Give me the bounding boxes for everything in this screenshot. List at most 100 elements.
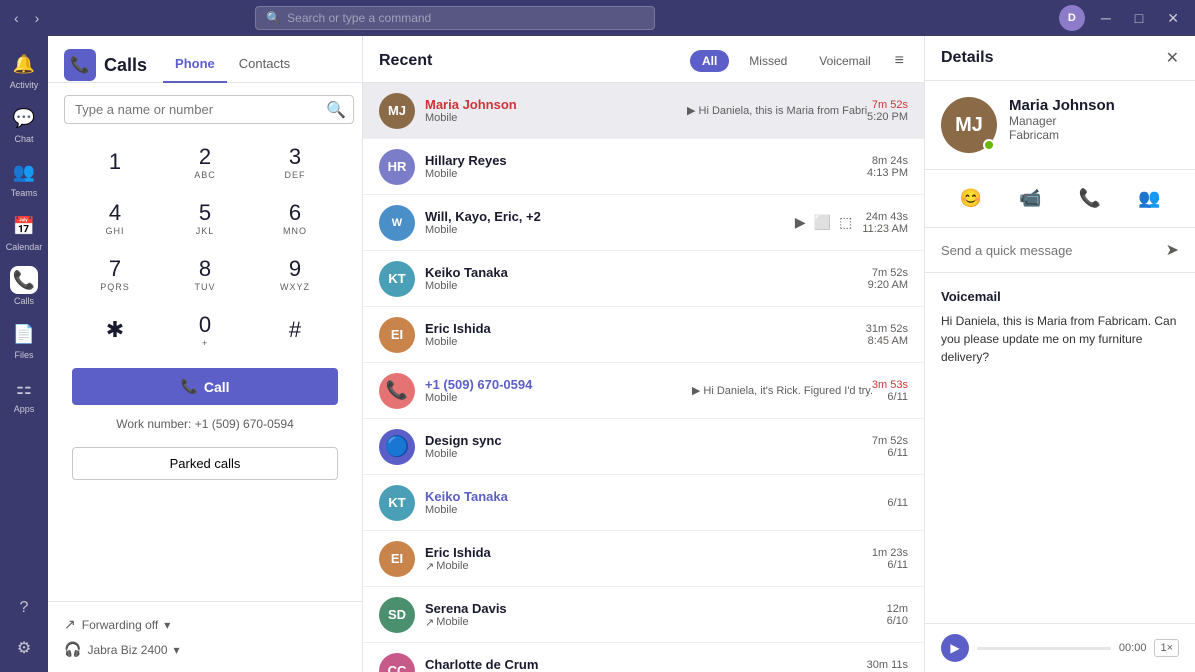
numpad-6[interactable]: 6 MNO: [252, 192, 338, 244]
call-meta: 6/11: [887, 497, 908, 509]
call-preview: ▶ Hi Daniela, it's Rick. Figured I'd try…: [692, 384, 872, 397]
user-avatar[interactable]: D: [1059, 5, 1085, 31]
back-button[interactable]: ‹: [8, 8, 25, 28]
phone-icon: 📞: [180, 378, 197, 395]
numpad-hash[interactable]: #: [252, 304, 338, 356]
search-input[interactable]: [287, 11, 644, 25]
numpad-9[interactable]: 9 WXYZ: [252, 248, 338, 300]
call-time: 6/11: [887, 497, 908, 509]
call-duration: 1m 23s: [872, 547, 908, 559]
maximize-button[interactable]: □: [1127, 8, 1151, 28]
play-button[interactable]: ▶: [941, 634, 969, 662]
numpad-star[interactable]: ✱: [72, 304, 158, 356]
name-search-button[interactable]: 🔍: [326, 100, 346, 120]
numpad-2[interactable]: 2 ABC: [162, 136, 248, 188]
call-action[interactable]: 📞: [1073, 182, 1107, 215]
call-type: Mobile: [425, 504, 887, 516]
tab-phone[interactable]: Phone: [163, 48, 227, 83]
video-action[interactable]: 📹: [1013, 182, 1047, 215]
dialer-panel: 📞 Calls Phone Contacts 🔍 1 2 ABC 3 DEF: [48, 36, 363, 672]
sidebar-item-calendar[interactable]: 📅 Calendar: [4, 206, 44, 258]
call-item[interactable]: SD Serena Davis ↗ Mobile 12m 6/10: [363, 587, 924, 643]
app-body: 🔔 Activity 💬 Chat 👥 Teams 📅 Calendar 📞 C…: [0, 36, 1195, 672]
work-number: Work number: +1 (509) 670-0594: [48, 417, 362, 439]
speed-button[interactable]: 1×: [1154, 639, 1179, 657]
forwarding-icon: ↗: [64, 616, 76, 633]
call-item[interactable]: EI Eric Ishida ↗ Mobile 1m 23s 6/11: [363, 531, 924, 587]
device-setting[interactable]: 🎧 Jabra Biz 2400 ▾: [64, 637, 346, 662]
filter-all[interactable]: All: [690, 50, 729, 72]
device-icon: 🎧: [64, 641, 81, 658]
numpad-3[interactable]: 3 DEF: [252, 136, 338, 188]
online-indicator: [983, 139, 995, 151]
call-meta: 7m 52s 9:20 AM: [868, 267, 908, 291]
avatar: 🔵: [379, 429, 415, 465]
sidebar-item-chat[interactable]: 💬 Chat: [4, 98, 44, 150]
more-options-button[interactable]: ≡: [891, 48, 908, 74]
outbound-arrow: ↗: [425, 616, 434, 629]
numpad-8[interactable]: 8 TUV: [162, 248, 248, 300]
outbound-arrow: ↗: [425, 560, 434, 573]
call-duration: 7m 52s: [868, 267, 908, 279]
help-button[interactable]: ?: [8, 592, 40, 624]
call-item[interactable]: HR Hillary Reyes Mobile 8m 24s 4:13 PM: [363, 139, 924, 195]
video-action[interactable]: ▶: [793, 212, 808, 233]
numpad-0[interactable]: 0 +: [162, 304, 248, 356]
avatar: CC: [379, 653, 415, 672]
call-item[interactable]: 🔵 Design sync Mobile 7m 52s 6/11: [363, 419, 924, 475]
minimize-button[interactable]: ─: [1093, 8, 1119, 28]
close-button[interactable]: ✕: [1159, 8, 1187, 29]
settings-button[interactable]: ⚙: [8, 632, 40, 664]
progress-bar[interactable]: [977, 647, 1111, 650]
call-time: 11:23 AM: [862, 223, 908, 235]
quick-message-input[interactable]: [941, 243, 1158, 258]
sidebar-item-calls[interactable]: 📞 Calls: [4, 260, 44, 312]
call-item[interactable]: EI Eric Ishida Mobile 31m 52s 8:45 AM: [363, 307, 924, 363]
nav-buttons: ‹ ›: [8, 8, 45, 28]
call-type: Mobile: [425, 168, 867, 180]
forwarding-setting[interactable]: ↗ Forwarding off ▾: [64, 612, 346, 637]
call-info: Keiko Tanaka Mobile: [425, 265, 868, 292]
numpad-1[interactable]: 1: [72, 136, 158, 188]
call-duration: 12m: [887, 603, 908, 615]
record-action[interactable]: ⬜: [812, 212, 833, 233]
sidebar-item-activity[interactable]: 🔔 Activity: [4, 44, 44, 96]
sidebar-item-apps[interactable]: ⚏ Apps: [4, 368, 44, 420]
dialer-footer: ↗ Forwarding off ▾ 🎧 Jabra Biz 2400 ▾: [48, 601, 362, 672]
call-item[interactable]: MJ Maria Johnson Mobile ▶ Hi Daniela, th…: [363, 83, 924, 139]
numpad-7[interactable]: 7 PQRS: [72, 248, 158, 300]
avatar: 📞: [379, 373, 415, 409]
activity-icon: 🔔: [10, 50, 38, 78]
parked-calls-button[interactable]: Parked calls: [72, 447, 338, 480]
window-controls: D ─ □ ✕: [1059, 5, 1187, 31]
search-row: 🔍: [48, 83, 362, 136]
call-time: 6/11: [872, 391, 908, 403]
name-search-input[interactable]: [64, 95, 354, 124]
call-name: Design sync: [425, 433, 872, 448]
call-item[interactable]: KT Keiko Tanaka Mobile 6/11: [363, 475, 924, 531]
sidebar-label-activity: Activity: [10, 80, 39, 90]
filter-missed[interactable]: Missed: [737, 50, 799, 72]
numpad-5[interactable]: 5 JKL: [162, 192, 248, 244]
avatar: KT: [379, 261, 415, 297]
emoji-action[interactable]: 😊: [954, 182, 988, 215]
call-button[interactable]: 📞 Call: [72, 368, 338, 405]
sidebar-item-files[interactable]: 📄 Files: [4, 314, 44, 366]
sidebar-item-teams[interactable]: 👥 Teams: [4, 152, 44, 204]
filter-voicemail[interactable]: Voicemail: [807, 50, 882, 72]
call-meta: 8m 24s 4:13 PM: [867, 155, 908, 179]
send-message-button[interactable]: ➤: [1166, 240, 1179, 260]
chat-action[interactable]: ⬚: [837, 212, 854, 233]
call-item[interactable]: 📞 +1 (509) 670-0594 Mobile ▶ Hi Daniela,…: [363, 363, 924, 419]
quick-message-row: ➤: [925, 228, 1195, 273]
numpad-4[interactable]: 4 GHI: [72, 192, 158, 244]
call-item[interactable]: CC Charlotte de Crum ↗ Mobile 30m 11s 6/…: [363, 643, 924, 672]
add-person-action[interactable]: 👥: [1132, 182, 1166, 215]
call-item[interactable]: KT Keiko Tanaka Mobile 7m 52s 9:20 AM: [363, 251, 924, 307]
details-close-button[interactable]: ✕: [1166, 48, 1179, 68]
call-item[interactable]: W Will, Kayo, Eric, +2 Mobile ▶ ⬜ ⬚ 24m …: [363, 195, 924, 251]
forward-button[interactable]: ›: [29, 8, 46, 28]
tab-contacts[interactable]: Contacts: [227, 48, 302, 83]
call-duration: 8m 24s: [867, 155, 908, 167]
recent-panel: Recent All Missed Voicemail ≡ MJ Maria J…: [363, 36, 925, 672]
